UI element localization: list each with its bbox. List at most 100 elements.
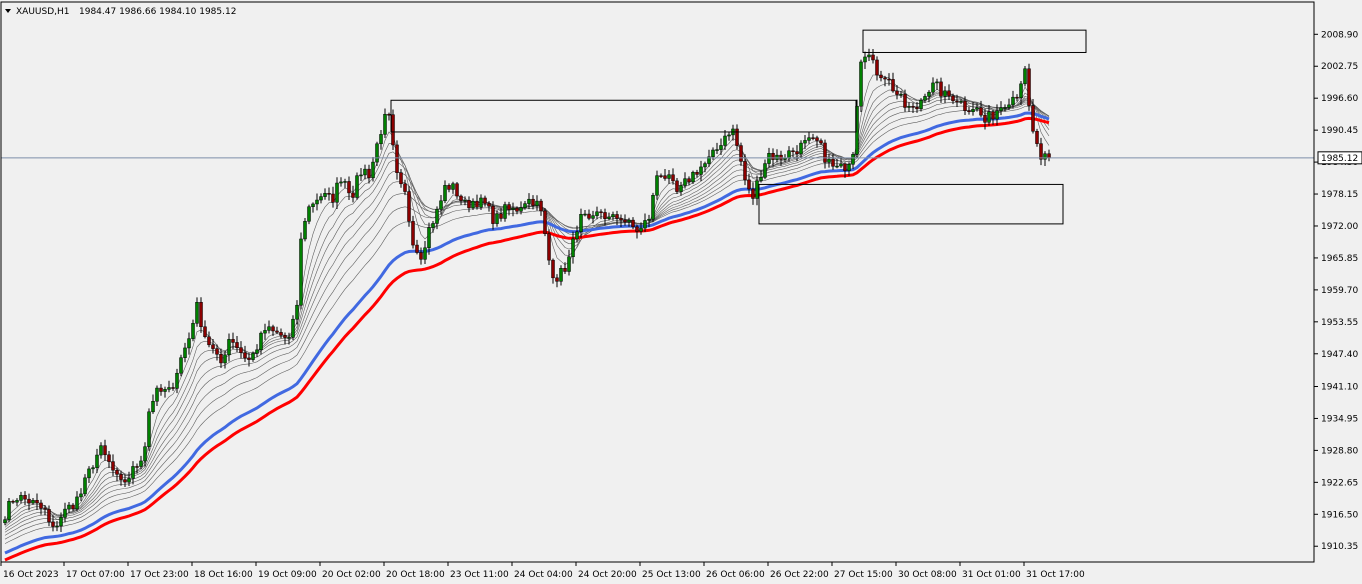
- y-tick-label: 2008.90: [1321, 30, 1358, 40]
- candle-body: [15, 500, 19, 503]
- candle-body: [743, 161, 747, 181]
- candle-body: [207, 336, 211, 346]
- candle-body: [123, 479, 127, 483]
- candle-body: [3, 519, 7, 524]
- candle-body: [147, 411, 151, 447]
- candle-body: [711, 149, 715, 158]
- candle-body: [159, 387, 163, 392]
- candle-body: [963, 100, 967, 111]
- candle-body: [539, 200, 543, 212]
- candle-body: [215, 348, 219, 355]
- candle-body: [383, 113, 387, 135]
- candle-body: [63, 508, 67, 518]
- candle-body: [911, 106, 915, 108]
- candle-body: [47, 509, 51, 523]
- candle-body: [547, 233, 551, 261]
- x-tick-label: 31 Oct 17:00: [1026, 570, 1085, 580]
- candle-body: [135, 466, 139, 468]
- x-tick-label: 18 Oct 16:00: [194, 570, 253, 580]
- candle-body: [27, 498, 31, 504]
- candle-body: [387, 113, 391, 116]
- x-tick-label: 26 Oct 22:00: [770, 570, 829, 580]
- candle-body: [503, 204, 507, 219]
- candle-body: [119, 474, 123, 480]
- candle-body: [595, 211, 599, 216]
- candle-body: [755, 180, 759, 199]
- price-chart[interactable]: 2008.902002.751996.601990.451984.301978.…: [0, 0, 1362, 584]
- candle-body: [1023, 68, 1027, 85]
- candle-body: [831, 158, 835, 167]
- candle-body: [179, 357, 183, 374]
- candle-body: [807, 137, 811, 141]
- candle-body: [695, 171, 699, 175]
- candle-body: [599, 211, 603, 214]
- chart-window[interactable]: 2008.902002.751996.601990.451984.301978.…: [0, 0, 1362, 584]
- candle-body: [363, 168, 367, 176]
- candle-body: [463, 200, 467, 202]
- candle-body: [943, 90, 947, 97]
- candle-body: [431, 223, 435, 228]
- candle-body: [955, 100, 959, 103]
- candle-body: [643, 220, 647, 229]
- candle-body: [635, 226, 639, 232]
- candle-body: [83, 477, 87, 495]
- current-price-label: 1985.12: [1321, 154, 1358, 164]
- candle-body: [1027, 68, 1031, 106]
- x-tick-label: 17 Oct 07:00: [66, 570, 125, 580]
- candle-body: [23, 495, 27, 500]
- y-tick-label: 1965.85: [1321, 254, 1358, 264]
- candle-body: [507, 204, 511, 210]
- candle-body: [915, 106, 919, 110]
- x-tick-label: 20 Oct 02:00: [322, 570, 381, 580]
- candle-body: [259, 332, 263, 351]
- candle-body: [187, 338, 191, 349]
- candle-body: [895, 90, 899, 95]
- candle-body: [723, 135, 727, 146]
- candle-body: [991, 111, 995, 120]
- candle-body: [195, 302, 199, 324]
- candle-body: [31, 499, 35, 504]
- candle-body: [339, 181, 343, 184]
- candle-body: [579, 214, 583, 233]
- candle-body: [719, 145, 723, 150]
- candle-body: [1015, 96, 1019, 99]
- candle-body: [235, 342, 239, 348]
- candle-body: [815, 137, 819, 141]
- candle-body: [199, 302, 203, 328]
- candle-body: [771, 153, 775, 160]
- candle-body: [867, 54, 871, 58]
- candle-body: [607, 216, 611, 219]
- candle-body: [423, 247, 427, 260]
- candle-body: [551, 259, 555, 279]
- y-tick-label: 1916.50: [1321, 510, 1358, 520]
- candle-body: [439, 200, 443, 210]
- candle-body: [163, 389, 167, 392]
- candle-body: [223, 354, 227, 364]
- candle-body: [79, 493, 83, 498]
- candle-body: [691, 171, 695, 183]
- candle-body: [615, 214, 619, 219]
- candle-body: [55, 525, 59, 528]
- candle-body: [447, 185, 451, 190]
- candle-body: [979, 107, 983, 116]
- chart-background: [0, 0, 1362, 584]
- candle-body: [859, 61, 863, 107]
- candle-body: [983, 114, 987, 123]
- candle-body: [927, 91, 931, 97]
- candle-body: [359, 174, 363, 177]
- candle-body: [759, 177, 763, 181]
- candle-body: [511, 207, 515, 210]
- chart-header: XAUUSD,H1 1984.47 1986.66 1984.10 1985.1…: [5, 7, 236, 17]
- candle-body: [1031, 105, 1035, 132]
- candle-body: [679, 185, 683, 192]
- candle-body: [295, 304, 299, 320]
- candle-body: [683, 178, 687, 186]
- candle-body: [211, 344, 215, 349]
- candle-body: [95, 454, 99, 468]
- candle-body: [835, 165, 839, 168]
- candle-body: [443, 185, 447, 202]
- candle-body: [871, 54, 875, 61]
- candle-body: [959, 100, 963, 103]
- candle-body: [43, 508, 47, 510]
- candle-body: [587, 213, 591, 219]
